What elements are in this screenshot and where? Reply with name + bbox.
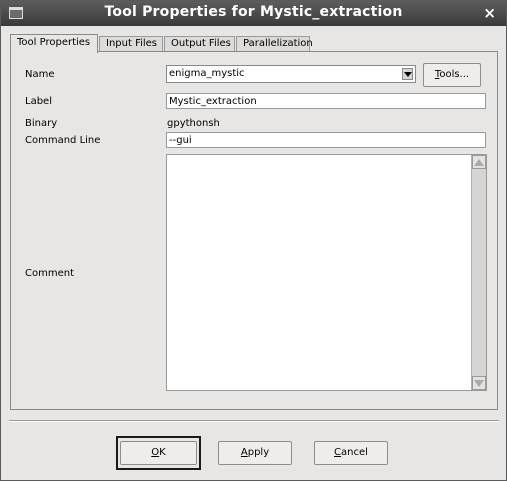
button-separator — [9, 420, 499, 422]
binary-value: gpythonsh — [167, 118, 220, 129]
label-label: Label — [25, 96, 52, 107]
scroll-down-arrow-icon[interactable] — [472, 376, 486, 390]
binary-label: Binary — [25, 118, 58, 129]
tab-tool-properties[interactable]: Tool Properties — [10, 34, 98, 53]
comment-scrollbar[interactable] — [471, 155, 486, 390]
name-label: Name — [25, 69, 55, 80]
window-title: Tool Properties for Mystic_extraction — [104, 4, 403, 20]
tools-button-label: Tools... — [434, 69, 470, 80]
close-icon[interactable]: × — [483, 4, 496, 22]
comment-label: Comment — [25, 268, 74, 279]
cancel-button[interactable]: Cancel — [314, 441, 388, 465]
apply-button[interactable]: Apply — [218, 441, 292, 465]
tool-properties-dialog: Tool Properties for Mystic_extraction × … — [0, 0, 507, 481]
ok-button-label: OK — [151, 447, 166, 458]
tab-parallelization[interactable]: Parallelization — [236, 36, 313, 51]
apply-button-label: Apply — [240, 447, 270, 458]
cancel-button-label: Cancel — [334, 447, 368, 458]
tab-output-files[interactable]: Output Files — [164, 36, 235, 51]
name-combobox[interactable]: enigma_mystic — [166, 65, 416, 83]
tab-input-files[interactable]: Input Files — [99, 36, 163, 51]
command-line-label: Command Line — [25, 135, 101, 146]
scroll-up-arrow-icon[interactable] — [472, 155, 486, 169]
tools-button[interactable]: Tools... — [423, 63, 481, 87]
ok-button[interactable]: OK — [120, 441, 197, 465]
command-line-field[interactable]: --gui — [166, 132, 486, 148]
comment-textarea[interactable] — [166, 154, 487, 391]
label-field[interactable]: Mystic_extraction — [166, 93, 486, 109]
chevron-down-icon[interactable] — [402, 68, 413, 80]
name-combobox-value: enigma_mystic — [169, 68, 245, 79]
title-bar[interactable]: Tool Properties for Mystic_extraction × — [1, 1, 506, 26]
